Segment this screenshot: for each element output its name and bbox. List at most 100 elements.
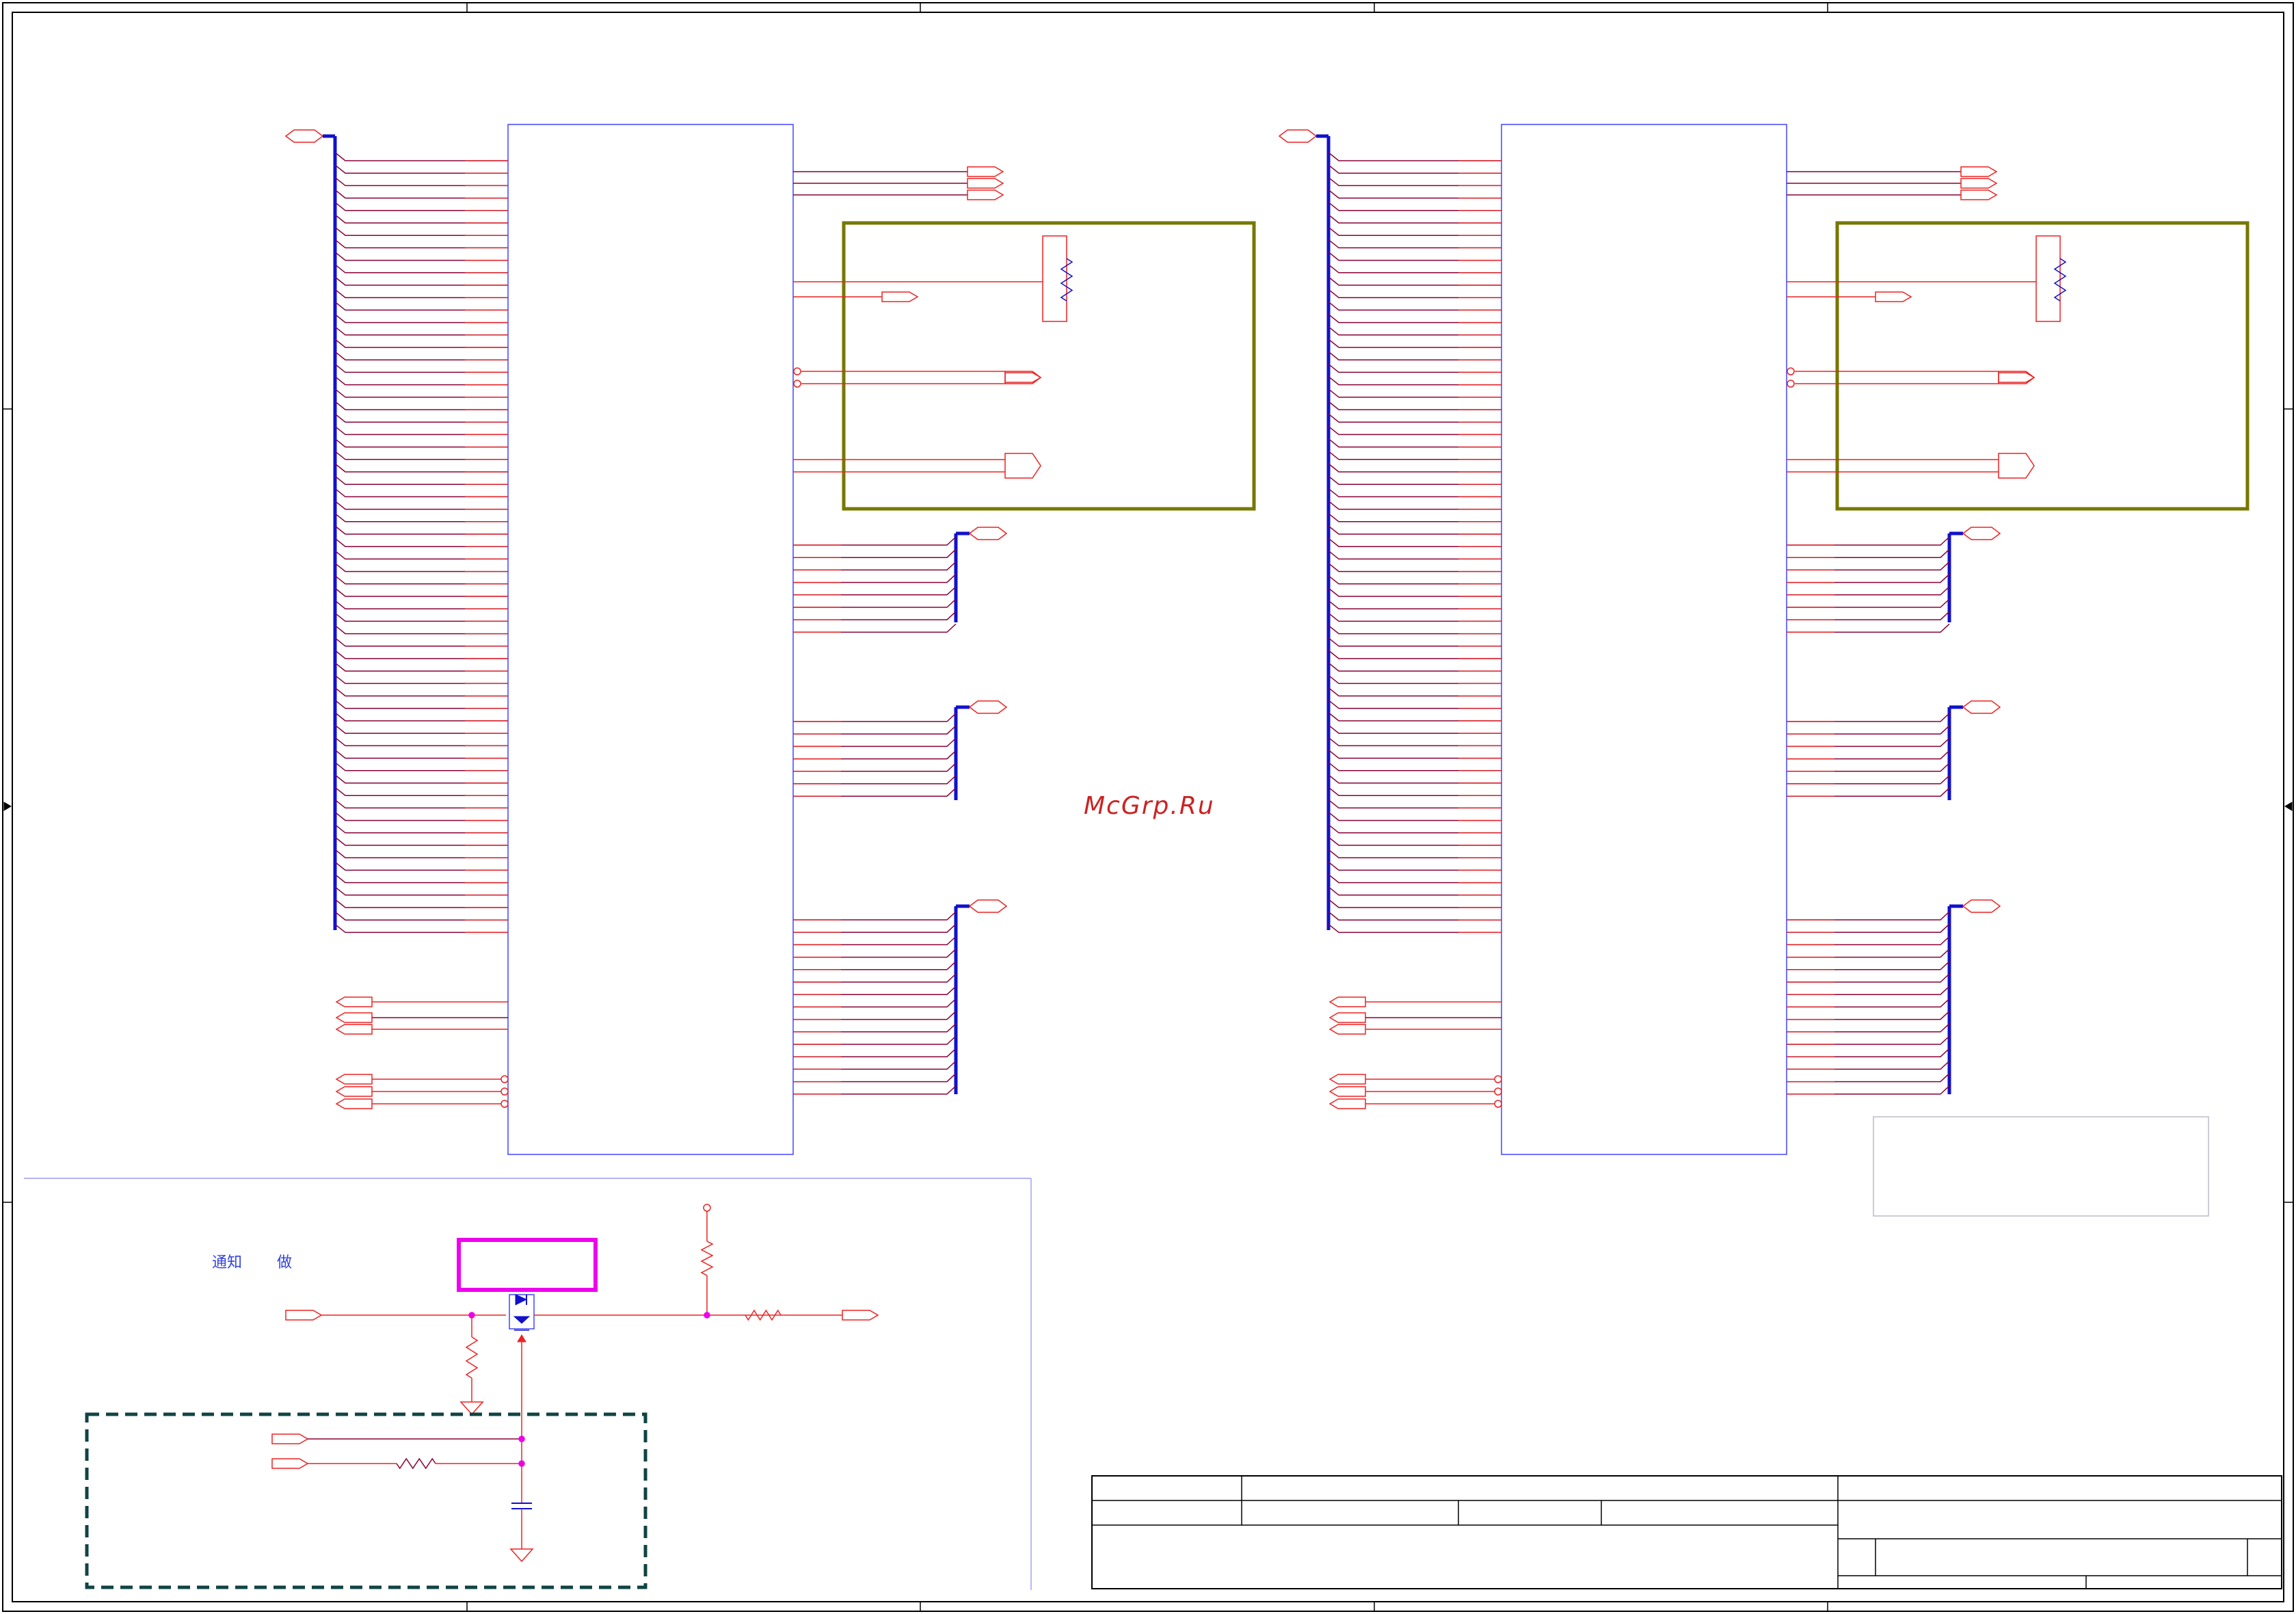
bus-entry (793, 1060, 957, 1070)
bus-entry (1787, 911, 1950, 921)
bus-entry (334, 762, 508, 771)
bus-entry (1328, 861, 1501, 871)
bus-entry (334, 700, 508, 709)
port-arrow-icon (1278, 129, 1318, 143)
bus-entry (793, 713, 957, 722)
bus-entry (334, 911, 508, 921)
center-mark (3, 802, 12, 811)
bus-entry (1328, 339, 1501, 348)
bus-entry (1787, 561, 1950, 571)
bus-entry (1787, 737, 1950, 748)
bus-entry (334, 276, 508, 286)
bus-entry (793, 598, 957, 608)
bus-entry (1328, 625, 1501, 635)
magenta-box (457, 1238, 598, 1292)
bus-entry (334, 425, 508, 436)
center-mark (2284, 802, 2293, 811)
bus-entry (1328, 637, 1501, 647)
bus-entry (1328, 538, 1501, 547)
port-arrow-icon (271, 1433, 309, 1444)
port-arrow-icon (1004, 372, 1042, 383)
watermark-text: McGrp.Ru (1084, 792, 1215, 820)
bus-entry (334, 886, 508, 896)
bus-entry (793, 737, 957, 748)
bus-entry (1328, 226, 1501, 236)
bus-entry (1328, 712, 1501, 722)
bus-entry (1328, 799, 1501, 809)
bus-entry (334, 164, 508, 174)
bus-entry (1787, 611, 1950, 620)
ic-body (1501, 124, 1787, 1155)
port-arrow-icon (1329, 1074, 1366, 1085)
bus-entry (1328, 326, 1501, 336)
bus-entry (1787, 586, 1950, 596)
bus-entry (334, 899, 508, 908)
bus-entry (334, 202, 508, 211)
bus-entry (1787, 775, 1950, 784)
bus-entry (793, 586, 957, 596)
bus-entry (1328, 724, 1501, 734)
bus-entry (334, 861, 508, 871)
bus-entry (334, 176, 508, 187)
port-arrow-icon (968, 700, 1008, 714)
bus-entry (793, 787, 957, 797)
bus-entry (793, 750, 957, 760)
bus-entry (1787, 961, 1950, 970)
port-arrow-icon (1962, 527, 2001, 540)
ground-icon (509, 1548, 534, 1563)
port-arrow-icon (968, 899, 1008, 913)
bus-entry (1787, 949, 1950, 958)
bus-entry (1328, 176, 1501, 187)
bus-entry (1328, 737, 1501, 747)
bus-entry (1787, 1011, 1950, 1020)
bus-entry (1328, 501, 1501, 510)
bus-entry (793, 1073, 957, 1083)
bus-entry (334, 501, 508, 510)
bus-entry (1328, 674, 1501, 685)
bus-entry (1328, 152, 1501, 161)
bus-entry (1328, 836, 1501, 846)
bus-entry (1328, 550, 1501, 560)
bus-entry (1328, 824, 1501, 834)
bus-entry (793, 561, 957, 571)
bus-entry (334, 849, 508, 858)
port-arrow-icon (335, 1012, 373, 1023)
bus-entry (334, 563, 508, 572)
bus-entry (793, 911, 957, 921)
bus-entry (793, 998, 957, 1008)
bus-entry (1328, 463, 1501, 473)
port-arrow-icon (967, 189, 1004, 200)
bus-entry (334, 874, 508, 884)
bus-entry (334, 724, 508, 734)
mosfet-arrow (513, 1316, 531, 1324)
bus-entry (793, 973, 957, 983)
bus-entry (1328, 301, 1501, 311)
bus-entry (793, 936, 957, 946)
bus-entry (1328, 923, 1501, 934)
right-ic-block (1278, 124, 2250, 1217)
bus-entry (334, 314, 508, 323)
port-arrow-icon (1329, 1012, 1366, 1023)
bus-entry (1787, 713, 1950, 722)
bus-entry (334, 339, 508, 348)
ground-icon (459, 1401, 484, 1416)
port-arrow-icon (335, 996, 373, 1007)
bus-entry (334, 351, 508, 360)
bus-entry (1328, 874, 1501, 884)
inverted-pin-dot (500, 1075, 509, 1083)
bus-entry (1328, 488, 1501, 498)
bus-entry (1328, 612, 1501, 622)
bus-entry (1787, 725, 1950, 735)
bus-entry (1328, 214, 1501, 224)
bus-entry (793, 725, 957, 735)
bus-entry (334, 239, 508, 249)
bus-entry (334, 326, 508, 336)
port-arrow-icon (335, 1074, 373, 1085)
bus-entry (1328, 899, 1501, 908)
bus-entry (334, 264, 508, 274)
inverted-pin-dot (793, 367, 801, 375)
bus-entry (334, 786, 508, 796)
bus-entry (334, 812, 508, 821)
port-arrow-icon (1960, 166, 1998, 177)
power-pin-icon (703, 1204, 711, 1212)
